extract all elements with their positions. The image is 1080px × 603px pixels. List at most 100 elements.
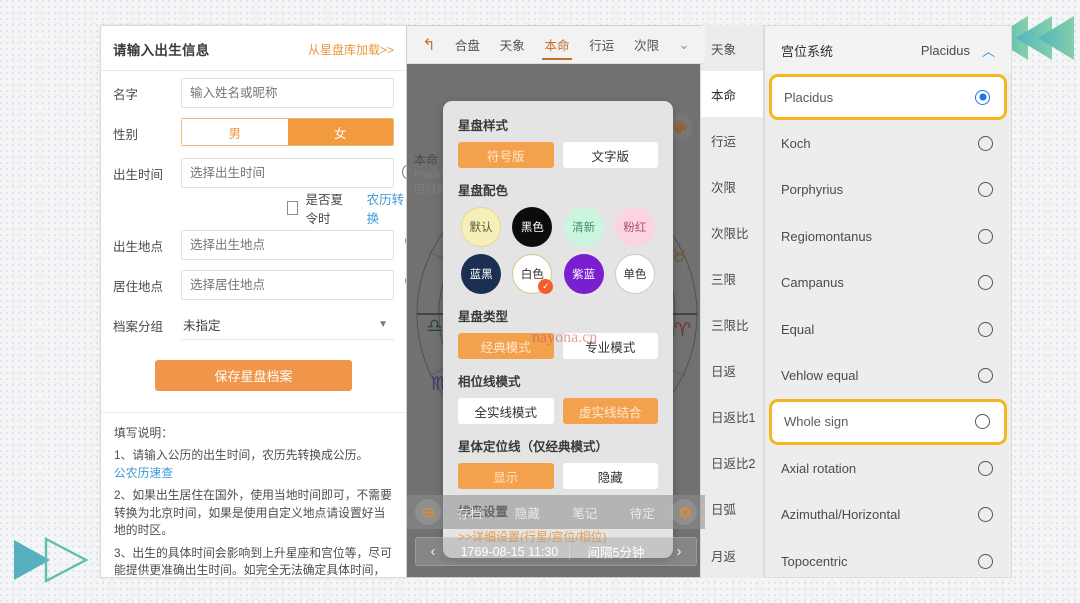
hide-button[interactable]: 隐藏 xyxy=(515,503,540,522)
radio-icon[interactable] xyxy=(975,414,990,430)
house-system-option-azimuthal[interactable]: Azimuthal/Horizontal xyxy=(765,492,1011,538)
chevron-up-icon[interactable]: ︿ xyxy=(982,41,995,60)
chart-toolbar: ↰ 合盘 天象 本命 行运 次限 ⌄ xyxy=(407,26,705,64)
radio-icon[interactable] xyxy=(978,368,993,384)
house-system-option-porphyrius[interactable]: Porphyrius xyxy=(765,167,1011,213)
gear-icon[interactable] xyxy=(671,499,697,525)
save-chart-button[interactable]: 保存星盘档案 xyxy=(155,360,352,391)
chevron-down-icon[interactable]: ▼ xyxy=(378,319,394,330)
rail-item-rifanbi2[interactable]: 日返比2 xyxy=(701,440,763,486)
house-system-option-whole-sign[interactable]: Whole sign xyxy=(769,398,1007,446)
style-option-symbol[interactable]: 符号版 xyxy=(458,142,554,168)
aspect-option-solid[interactable]: 全实线模式 xyxy=(458,398,554,424)
gender-female-option[interactable]: 女 xyxy=(287,119,393,145)
tab-tianxiang[interactable]: 天象 xyxy=(498,26,527,63)
house-system-option-koch[interactable]: Koch xyxy=(765,120,1011,166)
rail-item-cixianbi[interactable]: 次限比 xyxy=(701,209,763,255)
name-input[interactable] xyxy=(181,78,394,108)
rail-item-sanxian[interactable]: 三限 xyxy=(701,255,763,301)
aspect-option-mixed[interactable]: 虚实线结合 xyxy=(562,398,658,424)
dst-row: 是否夏令时 农历转换 xyxy=(101,193,406,226)
radio-icon[interactable] xyxy=(978,182,993,198)
notes-button[interactable]: 笔记 xyxy=(572,503,597,522)
swatch-mono[interactable]: 单色 xyxy=(614,254,655,294)
radio-icon[interactable] xyxy=(978,460,993,476)
tab-hepan[interactable]: 合盘 xyxy=(453,26,482,63)
chevron-right-icon[interactable]: › xyxy=(662,543,696,560)
birthtime-input[interactable] xyxy=(181,158,394,188)
swatch-label: 紫蓝 xyxy=(572,269,596,281)
date-navigation-bar: ‹ 1769-08-15 11:30 间隔5分钟 › xyxy=(415,537,697,566)
chart-type-rail[interactable]: 天象 本命 行运 次限 次限比 三限 三限比 日返 日返比1 日返比2 日弧 月… xyxy=(700,25,764,578)
birthtime-row: 出生时间 xyxy=(101,155,406,191)
house-system-option-regiomontanus[interactable]: Regiomontanus xyxy=(765,213,1011,259)
color-section-title: 星盘配色 xyxy=(458,184,509,198)
tab-benming[interactable]: 本命 xyxy=(542,26,572,63)
house-system-option-label: Porphyrius xyxy=(781,182,844,198)
house-system-option-campanus[interactable]: Campanus xyxy=(765,260,1011,306)
radio-icon[interactable] xyxy=(975,89,990,105)
birth-info-header: 请输入出生信息 从星盘库加载>> xyxy=(101,26,406,71)
radio-icon[interactable] xyxy=(978,275,993,291)
pending-button[interactable]: 待定 xyxy=(630,503,655,522)
type-options: 经典模式 专业模式 xyxy=(458,333,658,359)
type-option-pro[interactable]: 专业模式 xyxy=(562,333,658,359)
rail-item-sanxianbi[interactable]: 三限比 xyxy=(701,302,763,348)
tab-cixian[interactable]: 次限 xyxy=(632,26,661,63)
rail-item-yuefan[interactable]: 月返 xyxy=(701,532,763,578)
rail-item-rihu[interactable]: 日弧 xyxy=(701,486,763,532)
swatch-white[interactable]: 白色 ✓ xyxy=(512,254,554,294)
radio-icon[interactable] xyxy=(978,507,993,523)
lunar-convert-link[interactable]: 农历转换 xyxy=(367,189,406,227)
radio-icon[interactable] xyxy=(978,228,993,244)
house-system-option-topocentric[interactable]: Topocentric xyxy=(765,538,1011,577)
house-system-option-vehlow-equal[interactable]: Vehlow equal xyxy=(765,352,1011,398)
radio-icon[interactable] xyxy=(978,321,993,337)
swatch-pink[interactable]: 粉红 xyxy=(614,207,655,247)
rail-item-rifan[interactable]: 日返 xyxy=(701,348,763,394)
swatch-bluedark[interactable]: 蓝黑 xyxy=(461,254,502,294)
rail-item-rifanbi1[interactable]: 日返比1 xyxy=(701,394,763,440)
rail-item-xingyun[interactable]: 行运 xyxy=(701,117,763,163)
list-icon[interactable] xyxy=(415,499,441,525)
gender-toggle[interactable]: 男 女 xyxy=(181,118,394,146)
gender-male-option[interactable]: 男 xyxy=(182,119,288,145)
swatch-label: 粉红 xyxy=(623,222,647,234)
swatch-default[interactable]: 默认 xyxy=(461,207,502,247)
instruction-1-text: 1、请输入公历的出生时间，农历先转换成公历。 xyxy=(114,448,369,463)
radio-icon[interactable] xyxy=(978,553,993,569)
chevron-left-icon[interactable]: ‹ xyxy=(416,543,450,560)
chevron-down-icon[interactable]: ⌄ xyxy=(669,37,699,53)
gender-label: 性别 xyxy=(113,127,139,142)
chart-date[interactable]: 1769-08-15 11:30 xyxy=(450,545,569,559)
load-from-library-link[interactable]: 从星盘库加载>> xyxy=(308,41,394,58)
rail-item-tianxiang[interactable]: 天象 xyxy=(701,25,763,71)
type-option-classic[interactable]: 经典模式 xyxy=(458,333,554,359)
calendar-lookup-link[interactable]: 公农历速查 xyxy=(114,465,173,482)
rail-item-cixian[interactable]: 次限 xyxy=(701,163,763,209)
tab-xingyun[interactable]: 行运 xyxy=(587,26,616,63)
house-system-header[interactable]: 宫位系统 Placidus ︿ xyxy=(765,26,1011,74)
group-row: 档案分组 未指定 ▼ xyxy=(101,307,406,343)
archive-button[interactable]: 存档 xyxy=(457,503,482,522)
house-system-option-label: Axial rotation xyxy=(781,460,857,476)
house-system-option-axial-rotation[interactable]: Axial rotation xyxy=(765,445,1011,491)
swatch-black[interactable]: 黑色 xyxy=(512,207,553,247)
swatch-fresh[interactable]: 清新 xyxy=(563,207,604,247)
locline-option-hide[interactable]: 隐藏 xyxy=(562,463,658,489)
swatch-purple[interactable]: 紫蓝 xyxy=(563,254,604,294)
radio-icon[interactable] xyxy=(978,136,993,152)
undo-icon[interactable]: ↰ xyxy=(413,35,445,55)
type-section-title: 星盘类型 xyxy=(458,310,509,324)
dst-checkbox[interactable] xyxy=(287,201,299,215)
rail-item-benming[interactable]: 本命 xyxy=(701,71,763,118)
residence-input[interactable] xyxy=(181,270,394,300)
group-value[interactable]: 未指定 xyxy=(181,315,378,334)
house-system-option-equal[interactable]: Equal xyxy=(765,306,1011,352)
house-system-option-placidus[interactable]: Placidus xyxy=(769,74,1007,121)
birthplace-input[interactable] xyxy=(181,230,394,260)
house-system-panel: 宫位系统 Placidus ︿ Placidus Koch Porphyrius… xyxy=(764,25,1012,578)
style-option-text[interactable]: 文字版 xyxy=(562,142,658,168)
interval-value[interactable]: 间隔5分钟 xyxy=(570,542,662,561)
locline-option-show[interactable]: 显示 xyxy=(458,463,554,489)
